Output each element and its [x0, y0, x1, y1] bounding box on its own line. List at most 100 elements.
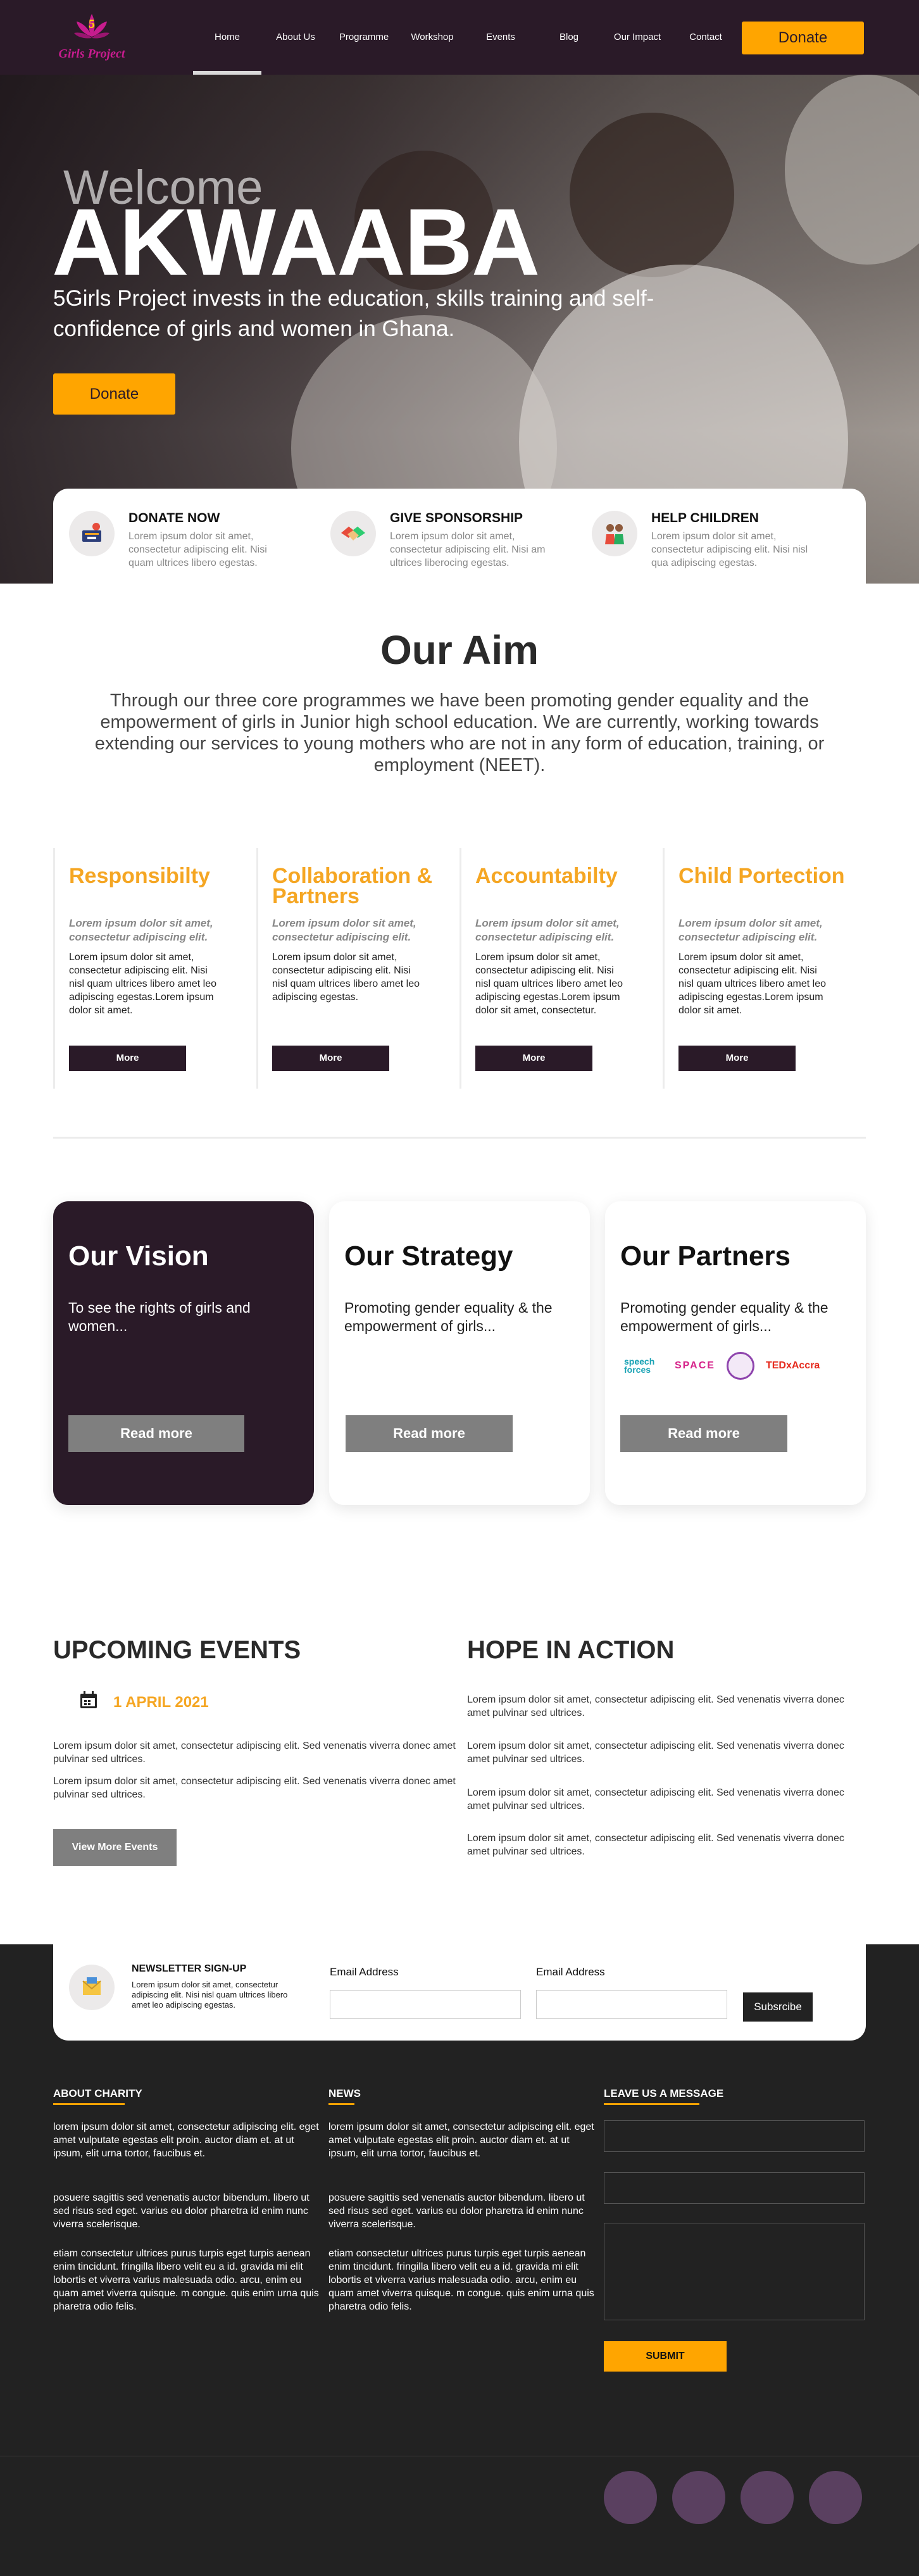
events-title: UPCOMING EVENTS	[53, 1636, 301, 1664]
hero-photo-shape	[570, 113, 734, 277]
value-card: Child Portection Lorem ipsum dolor sit a…	[663, 848, 866, 1089]
nav-our-impact[interactable]: Our Impact	[603, 0, 672, 75]
about-paragraph: etiam consectetur ultrices purus turpis …	[53, 2248, 319, 2312]
partner-logo-tedxaccra: TEDxAccra	[765, 1360, 820, 1371]
news-title: NEWS	[328, 2087, 361, 2105]
view-more-events-button[interactable]: View More Events	[53, 1829, 177, 1866]
newsletter-icon	[69, 1965, 115, 2010]
nav-workshop[interactable]: Workshop	[398, 0, 466, 75]
event-paragraph: Lorem ipsum dolor sit amet, consectetur …	[53, 1776, 456, 1800]
hero-photo-shape	[785, 75, 919, 265]
email-label: Email Address	[330, 1966, 399, 1978]
nav-events[interactable]: Events	[466, 0, 535, 75]
about-charity-title: ABOUT CHARITY	[53, 2087, 142, 2105]
service-help-children[interactable]: HELP CHILDREN Lorem ipsum dolor sit amet…	[592, 511, 853, 584]
partner-logo-space: SPACE	[675, 1360, 715, 1371]
hope-paragraph: Lorem ipsum dolor sit amet, consectetur …	[467, 1833, 844, 1857]
partner-logos: speech forces SPACE TEDxAccra	[624, 1352, 820, 1380]
donate-icon	[69, 511, 115, 556]
vision-card: Our Vision To see the rights of girls an…	[53, 1201, 314, 1505]
read-more-button[interactable]: Read more	[68, 1415, 244, 1452]
email-field[interactable]	[604, 2172, 865, 2204]
lotus-logo-icon: 5	[74, 14, 109, 39]
event-date: 1 APRIL 2021	[79, 1691, 209, 1714]
nav-home[interactable]: Home	[193, 0, 261, 75]
children-icon	[592, 511, 637, 556]
social-icon[interactable]	[604, 2471, 657, 2524]
main-menu: Home About Us Programme Workshop Events …	[193, 0, 740, 75]
hero-subtitle: 5Girls Project invests in the education,…	[53, 286, 654, 341]
calendar-icon	[79, 1691, 98, 1714]
svg-text:5: 5	[89, 17, 95, 31]
message-field[interactable]	[604, 2223, 865, 2320]
site-logo[interactable]: 5 Girls Project	[51, 9, 133, 66]
nav-programme[interactable]: Programme	[330, 0, 398, 75]
service-donate-now[interactable]: DONATE NOW Lorem ipsum dolor sit amet, c…	[69, 511, 330, 584]
aim-title: Our Aim	[380, 627, 539, 673]
service-text: Lorem ipsum dolor sit amet, consectetur …	[390, 531, 546, 568]
value-lead: Lorem ipsum dolor sit amet, consectetur …	[272, 917, 416, 943]
about-paragraph: posuere sagittis sed venenatis auctor bi…	[53, 2192, 309, 2230]
value-body: Lorem ipsum dolor sit amet, consectetur …	[69, 952, 216, 1016]
value-card: Collaboration & Partners Lorem ipsum dol…	[256, 848, 460, 1089]
name-field[interactable]	[604, 2120, 865, 2152]
social-icon[interactable]	[741, 2471, 794, 2524]
value-title: Accountabilty	[475, 864, 618, 888]
value-title: Collaboration & Partners	[272, 864, 433, 908]
value-card: Responsibilty Lorem ipsum dolor sit amet…	[53, 848, 256, 1089]
service-give-sponsorship[interactable]: GIVE SPONSORSHIP Lorem ipsum dolor sit a…	[330, 511, 592, 584]
card-text: To see the rights of girls and women...	[68, 1299, 251, 1334]
email-label: Email Address	[536, 1966, 605, 1978]
value-body: Lorem ipsum dolor sit amet, consectetur …	[475, 952, 623, 1016]
value-lead: Lorem ipsum dolor sit amet, consectetur …	[678, 917, 823, 943]
logo-text: Girls Project	[58, 47, 125, 61]
read-more-button[interactable]: Read more	[620, 1415, 787, 1452]
handshake-icon	[330, 511, 376, 556]
card-title: Our Vision	[68, 1241, 209, 1272]
news-paragraph: posuere sagittis sed venenatis auctor bi…	[328, 2192, 585, 2230]
nav-donate-button[interactable]: Donate	[742, 22, 864, 54]
more-button[interactable]: More	[272, 1046, 389, 1071]
value-title: Child Portection	[678, 864, 845, 888]
services-bar: DONATE NOW Lorem ipsum dolor sit amet, c…	[53, 489, 866, 584]
more-button[interactable]: More	[678, 1046, 796, 1071]
hope-paragraph: Lorem ipsum dolor sit amet, consectetur …	[467, 1787, 844, 1811]
email-field[interactable]	[330, 1990, 521, 2019]
newsletter-text: Lorem ipsum dolor sit amet, consectetur …	[132, 1980, 288, 2010]
strategy-card: Our Strategy Promoting gender equality &…	[329, 1201, 590, 1505]
core-values: Responsibilty Lorem ipsum dolor sit amet…	[53, 848, 866, 1089]
email-field[interactable]	[536, 1990, 727, 2019]
nav-about-us[interactable]: About Us	[261, 0, 330, 75]
aim-text: Through our three core programmes we hav…	[94, 691, 825, 775]
hope-paragraph: Lorem ipsum dolor sit amet, consectetur …	[467, 1694, 844, 1718]
card-title: Our Strategy	[344, 1241, 513, 1272]
news-paragraph: etiam consectetur ultrices purus turpis …	[328, 2248, 594, 2312]
news-paragraph: lorem ipsum dolor sit amet, consectetur …	[328, 2122, 594, 2159]
hero-donate-button[interactable]: Donate	[53, 373, 175, 415]
service-text: Lorem ipsum dolor sit amet, consectetur …	[128, 531, 267, 568]
social-icon[interactable]	[672, 2471, 725, 2524]
hope-title: HOPE IN ACTION	[467, 1636, 675, 1664]
read-more-button[interactable]: Read more	[346, 1415, 513, 1452]
nav-blog[interactable]: Blog	[535, 0, 603, 75]
service-title: DONATE NOW	[128, 511, 220, 525]
service-text: Lorem ipsum dolor sit amet, consectetur …	[651, 531, 808, 568]
value-title: Responsibilty	[69, 864, 210, 888]
newsletter-signup: NEWSLETTER SIGN-UP Lorem ipsum dolor sit…	[53, 1944, 866, 2041]
subscribe-button[interactable]: Subsrcibe	[743, 1992, 813, 2022]
more-button[interactable]: More	[69, 1046, 186, 1071]
value-card: Accountabilty Lorem ipsum dolor sit amet…	[460, 848, 663, 1089]
newsletter-title: NEWSLETTER SIGN-UP	[132, 1963, 247, 1974]
social-icon[interactable]	[809, 2471, 862, 2524]
more-button[interactable]: More	[475, 1046, 592, 1071]
submit-button[interactable]: SUBMIT	[604, 2341, 727, 2372]
nav-contact[interactable]: Contact	[672, 0, 740, 75]
partners-card: Our Partners Promoting gender equality &…	[605, 1201, 866, 1505]
partner-logo-speech-forces: speech forces	[624, 1356, 655, 1375]
service-title: GIVE SPONSORSHIP	[390, 511, 523, 525]
top-nav: 5 Girls Project Home About Us Programme …	[0, 0, 919, 75]
value-lead: Lorem ipsum dolor sit amet, consectetur …	[69, 917, 213, 943]
value-lead: Lorem ipsum dolor sit amet, consectetur …	[475, 917, 620, 943]
hope-paragraph: Lorem ipsum dolor sit amet, consectetur …	[467, 1741, 844, 1765]
service-title: HELP CHILDREN	[651, 511, 759, 525]
